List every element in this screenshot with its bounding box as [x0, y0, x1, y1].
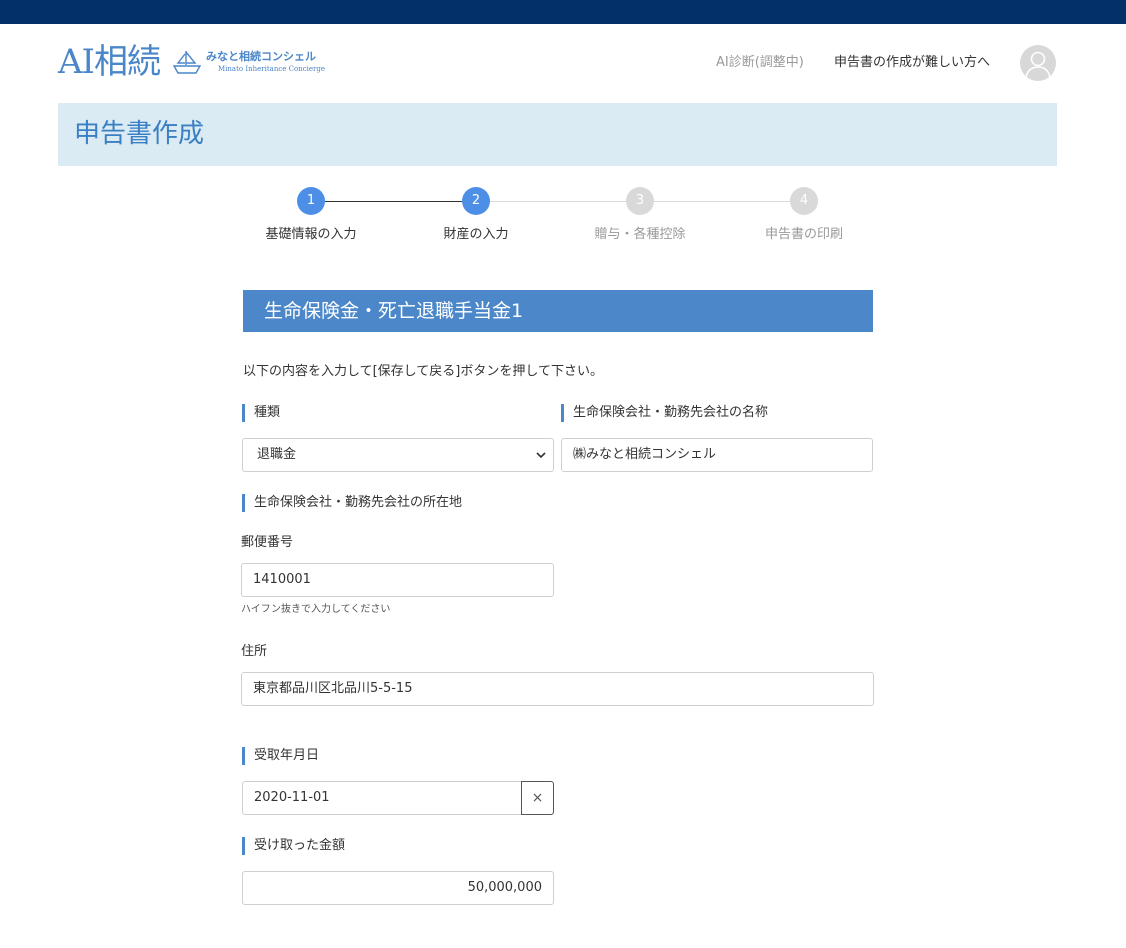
type-select-value: 退職金 [257, 447, 297, 462]
user-avatar-icon[interactable] [1020, 45, 1056, 81]
postal-code-label: 郵便番号 [241, 535, 294, 550]
ship-icon [172, 51, 202, 74]
person-icon [1025, 51, 1051, 78]
step-3-circle: 3 [626, 187, 654, 215]
step-connector-2 [490, 201, 626, 202]
postal-code-help: ハイフン抜きで入力してください [241, 604, 391, 615]
nav-ai-diagnosis-link[interactable]: AI診断(調整中) [716, 54, 804, 72]
type-select[interactable]: 退職金 [242, 438, 554, 472]
section-title: 生命保険金・死亡退職手当金1 [264, 300, 524, 322]
amount-label: 受け取った金額 [242, 837, 345, 855]
amount-input[interactable]: 50,000,000 [242, 871, 554, 905]
step-3-label: 贈与・各種控除 [594, 227, 686, 242]
top-bar [0, 0, 1126, 24]
postal-code-input[interactable]: 1410001 [241, 563, 554, 597]
step-2-label: 財産の入力 [443, 227, 509, 242]
logo-sub-jp: みなと相続コンシェル [205, 50, 316, 63]
company-name-label: 生命保険会社・勤務先会社の名称 [561, 404, 768, 422]
step-2-circle: 2 [462, 187, 490, 215]
form-instruction: 以下の内容を入力して[保存して戻る]ボタンを押して下さい。 [243, 364, 603, 379]
receipt-date-label: 受取年月日 [242, 747, 319, 765]
step-connector-3 [654, 201, 790, 202]
logo-sub-en: Minato Inheritance Concierge [217, 65, 325, 73]
nav-help-link[interactable]: 申告書の作成が難しい方へ [834, 54, 990, 72]
company-address-label: 生命保険会社・勤務先会社の所在地 [242, 494, 462, 512]
logo-sub: みなと相続コンシェル Minato Inheritance Concierge [172, 48, 325, 76]
page-title: 申告書作成 [74, 119, 205, 149]
type-label: 種類 [242, 404, 280, 422]
site-logo[interactable]: AI相続 みなと相続コンシェル Minato Inheritance Conci… [58, 42, 325, 82]
step-connector-1 [325, 201, 462, 202]
step-4-circle: 4 [790, 187, 818, 215]
step-1-circle: 1 [297, 187, 325, 215]
clear-date-button[interactable]: × [521, 781, 554, 815]
chevron-down-icon [536, 452, 546, 459]
progress-stepper: 1 2 3 4 基礎情報の入力 財産の入力 贈与・各種控除 申告書の印刷 [0, 187, 1126, 247]
address-label: 住所 [241, 644, 268, 659]
section-header: 生命保険金・死亡退職手当金1 [243, 290, 873, 332]
step-4-label: 申告書の印刷 [764, 227, 843, 242]
logo-main-text: AI相続 [58, 42, 161, 82]
receipt-date-input[interactable]: 2020-11-01 [242, 781, 522, 815]
company-name-input[interactable]: ㈱みなと相続コンシェル [561, 438, 873, 472]
step-1-label: 基礎情報の入力 [265, 227, 357, 242]
address-input[interactable]: 東京都品川区北品川5-5-15 [241, 672, 874, 706]
page-title-banner: 申告書作成 [58, 103, 1057, 166]
